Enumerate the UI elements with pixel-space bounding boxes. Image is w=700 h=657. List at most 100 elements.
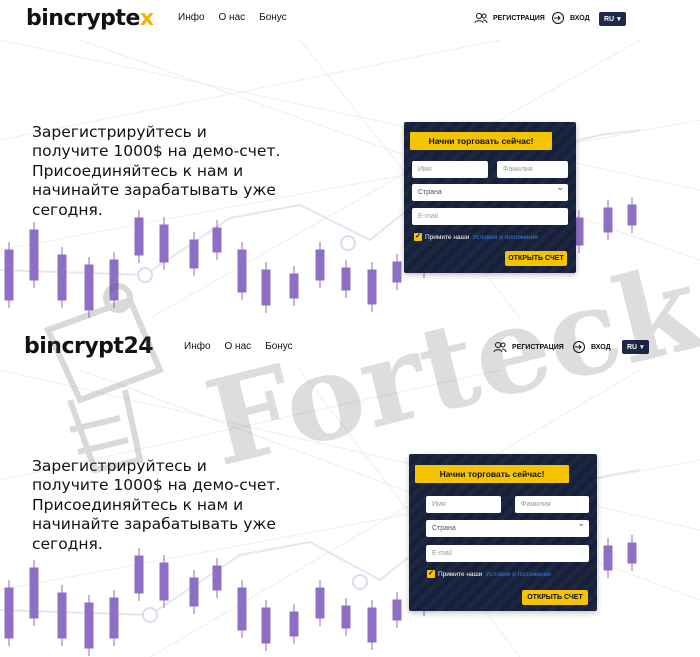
open-account-button[interactable]: ОТКРЫТЬ СЧЕТ [505,251,567,266]
signup-form: Начни торговать сейчас! Имя Фамилия Стра… [409,454,597,611]
candle-body [367,269,377,305]
nav-about[interactable]: О нас [219,12,246,23]
login-label: ВХОД [591,343,611,351]
hero-line: Присоединяйтесь к нам и [32,495,244,514]
logo-text: bincrypt24 [24,334,154,359]
logo[interactable]: bincryptex [26,6,154,31]
last-name-input[interactable]: Фамилия [515,496,589,513]
language-select[interactable]: RU ▾ [622,340,649,354]
hero-line: Зарегистрируйтесь и [32,457,207,475]
hero-line: начинайте зарабатывать уже [32,515,276,534]
candle-body [57,592,67,639]
register-link[interactable]: РЕГИСТРАЦИЯ [493,340,564,354]
candle-body [627,204,637,226]
candle-body [109,597,119,639]
candle-body [237,249,247,293]
candle-body [392,261,402,283]
login-link[interactable]: ВХОД [551,11,590,25]
signup-form: Начни торговать сейчас! Имя Фамилия Стра… [404,122,576,273]
form-title: Начни торговать сейчас! [410,132,552,150]
candle-body [341,267,351,291]
terms-link[interactable]: Условия и положения [472,234,537,241]
users-icon [493,342,507,353]
candle-body [315,249,325,281]
language-value: RU [627,343,638,351]
screenshot-bincrypt24: bincrypt24 Инфо О нас Бонус РЕГИСТРАЦИЯ … [0,330,700,657]
chevron-down-icon: ▾ [617,16,621,23]
country-select[interactable]: Страна [412,182,568,201]
hero-text: Зарегистрируйтесь и получите 1000$ на де… [32,123,280,220]
last-name-input[interactable]: Фамилия [497,161,568,178]
nav-about[interactable]: О нас [225,341,252,352]
hero-line: получите 1000$ на демо-счет. [32,142,281,161]
candle-body [603,207,613,233]
hero-line: Зарегистрируйтесь и [32,123,207,141]
hero-line: сегодня. [32,200,103,219]
login-icon [573,341,585,353]
nav-bonus[interactable]: Бонус [265,341,293,352]
nav-info[interactable]: Инфо [178,12,205,23]
candle-body [392,599,402,621]
candle-body [159,562,169,601]
candle-body [289,273,299,299]
hero-line: Присоединяйтесь к нам и [32,161,244,180]
candle-body [341,605,351,629]
candle-body [315,587,325,619]
terms-checkbox-row[interactable]: ✓ Примите наши Условия и положения [414,233,538,241]
email-input[interactable]: E-mail [426,545,589,562]
chevron-down-icon: ▾ [640,344,644,351]
candle-body [261,269,271,306]
candle-body [627,542,637,564]
email-input[interactable]: E-mail [412,208,568,225]
candle-body [159,224,169,263]
language-value: RU [604,15,615,23]
candle-body [367,607,377,643]
candle-body [237,587,247,631]
hero-line: сегодня. [32,534,103,553]
login-icon [552,12,564,24]
language-select[interactable]: RU ▾ [599,12,626,26]
logo-text: bincrypte [26,6,140,31]
form-title: Начни торговать сейчас! [415,465,569,483]
checkbox-checked-icon[interactable]: ✓ [427,570,435,578]
checkbox-checked-icon[interactable]: ✓ [414,233,422,241]
users-icon [474,13,488,24]
register-label: РЕГИСТРАЦИЯ [512,343,564,351]
logo[interactable]: bincrypt24 [24,334,154,359]
logo-accent: x [139,6,154,31]
candle-body [84,264,94,311]
candle-body [57,254,67,301]
login-link[interactable]: ВХОД [572,340,611,354]
candle-body [212,227,222,253]
candle-body [574,217,584,246]
terms-checkbox-row[interactable]: ✓ Примите наши Условия и положения [427,570,551,578]
candle-body [261,607,271,644]
first-name-input[interactable]: Имя [412,161,488,178]
open-account-button[interactable]: ОТКРЫТЬ СЧЕТ [522,590,588,605]
hero-line: получите 1000$ на демо-счет. [32,476,281,495]
nav-info[interactable]: Инфо [184,341,211,352]
candle-body [134,555,144,594]
candle-body [29,229,39,281]
candle-body [109,259,119,301]
terms-link[interactable]: Условия и положения [485,571,550,578]
login-label: ВХОД [570,14,590,22]
candle-body [212,565,222,591]
hero-line: начинайте зарабатывать уже [32,181,276,200]
first-name-input[interactable]: Имя [426,496,501,513]
register-link[interactable]: РЕГИСТРАЦИЯ [474,11,545,25]
accept-label: Примите наши [438,570,483,578]
country-select[interactable]: Страна [426,518,589,537]
candle-body [4,587,14,639]
candle-body [29,567,39,619]
screenshot-bincryptex: bincryptex Инфо О нас Бонус РЕГИСТРАЦИЯ … [0,0,700,318]
hero-text: Зарегистрируйтесь и получите 1000$ на де… [32,457,280,554]
candle-body [189,239,199,269]
accept-label: Примите наши [425,233,470,241]
nav-bonus[interactable]: Бонус [259,12,287,23]
candle-body [289,611,299,637]
candle-body [134,217,144,256]
candle-body [84,602,94,649]
candle-body [4,249,14,301]
register-label: РЕГИСТРАЦИЯ [493,14,545,22]
